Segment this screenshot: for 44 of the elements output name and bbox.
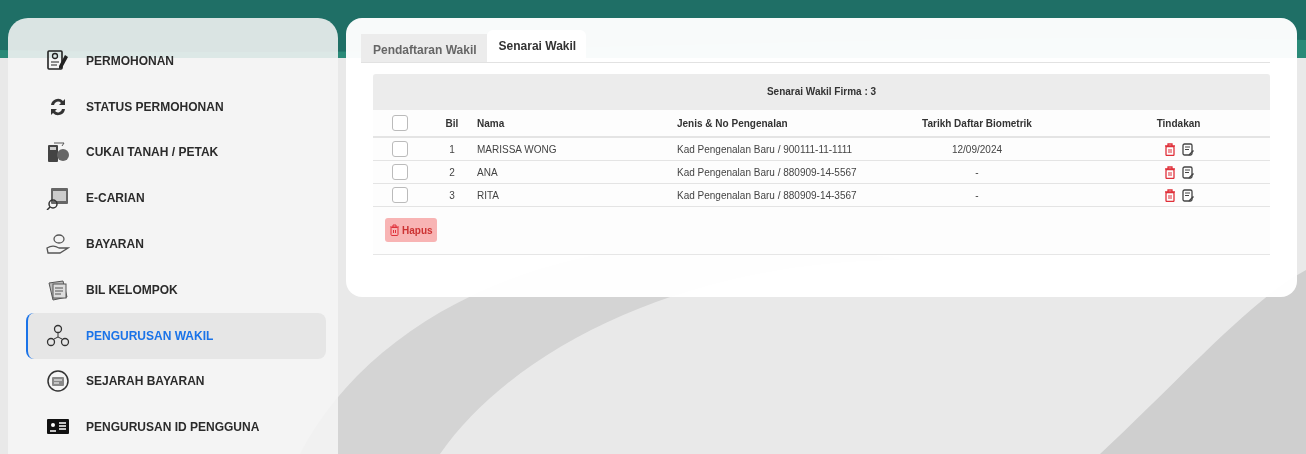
sidebar-item[interactable]: BIL KELOMPOK <box>26 267 326 313</box>
column-header: Bil <box>445 117 459 129</box>
trash-icon[interactable] <box>1163 165 1176 179</box>
table-cell: 3 <box>449 189 455 201</box>
table-cell: Kad Pengenalan Baru / 880909-14-3567 <box>677 189 857 201</box>
table-cell: RITA <box>477 189 500 201</box>
edit-document-icon[interactable] <box>1181 188 1194 202</box>
sidebar-item[interactable]: E-CARIAN <box>26 175 326 222</box>
table-cell: Kad Pengenalan Baru / 900111-11-1111 <box>677 143 853 155</box>
tab[interactable]: Pendaftaran Wakil <box>361 34 487 62</box>
edit-document-icon[interactable] <box>1181 165 1194 179</box>
table-cell: MARISSA WONG <box>477 143 557 155</box>
column-header: Nama <box>477 117 505 129</box>
hand-coin-icon <box>46 232 70 257</box>
newspaper-icon <box>46 277 70 302</box>
table-cell: 12/09/2024 <box>951 143 1003 155</box>
table-title: Senarai Wakil Firma : 3 <box>373 74 1270 110</box>
table-cell: 1 <box>449 143 455 155</box>
trash-icon <box>389 224 400 236</box>
sidebar-item[interactable]: PENGURUSAN ID PENGGUNA <box>26 404 326 451</box>
table-cell: - <box>975 189 979 201</box>
sidebar-item[interactable]: BAYARAN <box>26 221 326 267</box>
sidebar-item[interactable]: PERMOHONAN <box>26 38 326 84</box>
sidebar-item[interactable]: CUKAI TANAH / PETAK <box>26 129 326 176</box>
table-cell: 2 <box>449 166 455 178</box>
edit-document-icon[interactable] <box>1181 142 1194 156</box>
trash-icon[interactable] <box>1163 142 1176 156</box>
computer-search-icon <box>46 186 70 211</box>
sidebar-item[interactable]: SEJARAH BAYARAN <box>26 358 326 405</box>
checkbox[interactable] <box>392 115 408 131</box>
column-header: Tindakan <box>1156 117 1201 129</box>
table-cell: ANA <box>477 166 498 178</box>
people-network-icon <box>46 323 70 348</box>
checkbox[interactable] <box>392 187 408 203</box>
checkbox[interactable] <box>392 141 408 157</box>
table-cell: Kad Pengenalan Baru / 880909-14-5567 <box>677 166 857 178</box>
table-cell: - <box>975 166 979 178</box>
trash-icon[interactable] <box>1163 188 1176 202</box>
sidebar-item[interactable]: PENGURUSAN WAKIL <box>26 312 326 359</box>
document-pen-icon <box>46 48 70 73</box>
checkbox[interactable] <box>392 164 408 180</box>
column-header: Jenis & No Pengenalan <box>677 117 788 129</box>
sidebar-item[interactable]: STATUS PERMOHONAN <box>26 83 326 130</box>
column-header: Tarikh Daftar Biometrik <box>922 117 1032 129</box>
